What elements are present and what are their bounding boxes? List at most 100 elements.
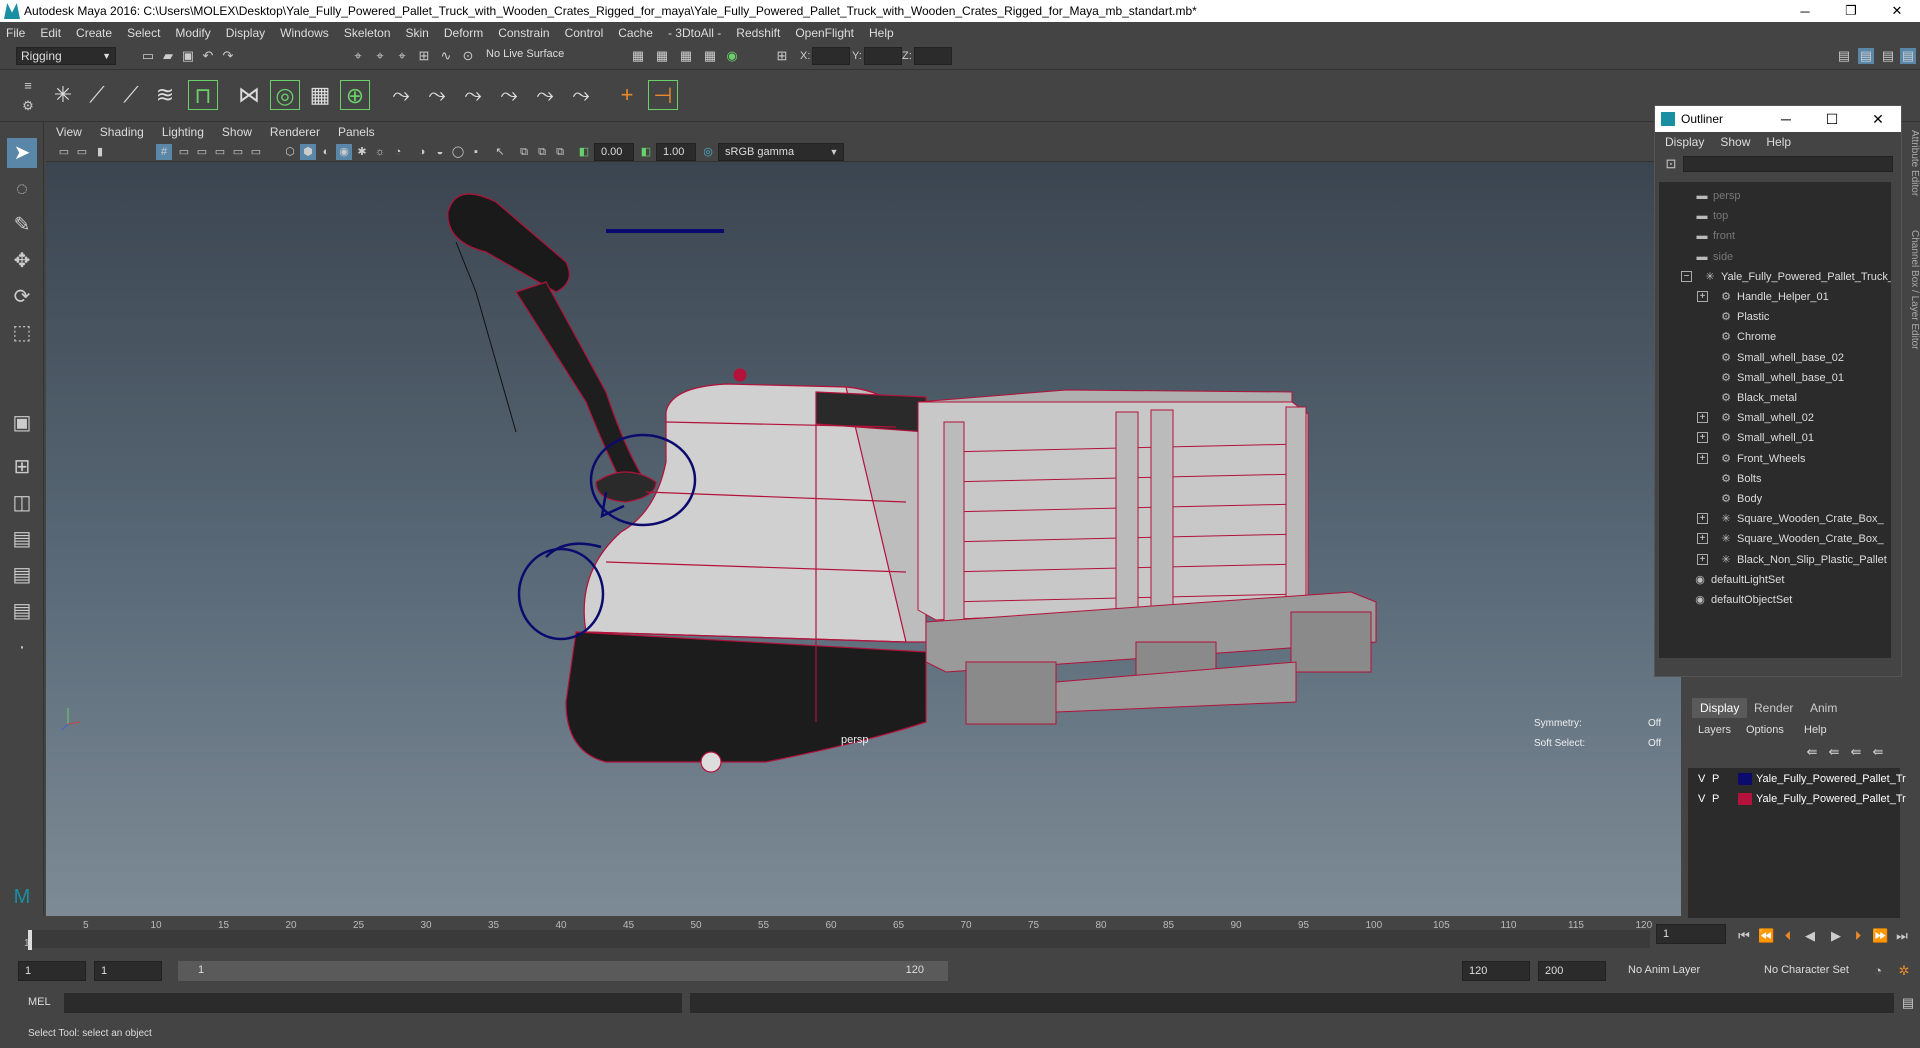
menu-item[interactable]: Redshift (736, 26, 780, 40)
constraint-scale-icon[interactable]: ⤳ (494, 80, 524, 110)
layer-menu-item[interactable]: Help (1804, 724, 1827, 736)
layer-tab[interactable]: Render (1746, 698, 1801, 718)
transform-toggle-icon[interactable]: ⊞ (774, 48, 790, 64)
gamma-icon[interactable]: ◧ (638, 144, 654, 160)
layer-color-swatch[interactable] (1738, 773, 1752, 785)
outliner-item[interactable]: ◉ defaultLightSet (1693, 570, 1784, 590)
outliner-layout-icon[interactable]: ▤ (7, 524, 37, 554)
new-scene-icon[interactable]: ▭ (140, 48, 156, 64)
wireframe-icon[interactable]: ⬡ (282, 144, 298, 160)
outliner-menu-item[interactable]: Display (1665, 135, 1704, 149)
smooth-bind-icon[interactable]: ◎ (270, 80, 300, 110)
viewport-menu-item[interactable]: Shading (100, 125, 144, 139)
animation-prefs-icon[interactable]: ✲ (1896, 963, 1912, 979)
motion-blur-icon[interactable]: ◔ (390, 144, 406, 160)
constraint-parent-icon[interactable]: ⤳ (530, 80, 560, 110)
constraint-aim-icon[interactable]: ⤳ (422, 80, 452, 110)
outliner-item[interactable]: ⚙ Small_whell_base_02 (1719, 348, 1844, 368)
gamma-field[interactable]: 1.00 (656, 143, 696, 161)
use-lights-icon[interactable]: ◉ (336, 144, 352, 160)
collapse-icon[interactable]: − (1681, 270, 1692, 282)
layer-visibility-toggle[interactable]: V (1698, 770, 1705, 788)
lattice-icon[interactable]: ▦ (305, 80, 335, 110)
layer-color-swatch[interactable] (1738, 793, 1752, 805)
constraint-point-icon[interactable]: ⤳ (386, 80, 416, 110)
layer-menu-item[interactable]: Options (1746, 724, 1784, 736)
close-button[interactable]: ✕ (1874, 3, 1920, 19)
outliner-item[interactable]: ⚙ Black_metal (1719, 388, 1797, 408)
auto-key-icon[interactable]: ◔ (1870, 963, 1886, 979)
lasso-tool-icon[interactable]: ◌ (7, 174, 37, 204)
menu-item[interactable]: Skin (406, 26, 429, 40)
render-frame-icon[interactable]: ▦ (654, 48, 670, 64)
film-gate-icon[interactable]: ▭ (176, 144, 192, 160)
channel-box-toggle-icon[interactable]: ▤ (1858, 48, 1874, 64)
menu-item[interactable]: Deform (444, 26, 483, 40)
select-object-icon[interactable]: ⌖ (372, 48, 388, 64)
select-tool-icon[interactable]: ➤ (7, 138, 37, 168)
xray-joints-icon[interactable]: ◒ (432, 144, 448, 160)
expand-icon[interactable]: + (1697, 432, 1708, 444)
menu-item[interactable]: Edit (40, 26, 61, 40)
outliner-item[interactable]: ⚙ Front_Wheels (1719, 449, 1805, 469)
four-view-layout-icon[interactable]: ⊞ (7, 452, 37, 482)
ipr-render-icon[interactable]: ▦ (678, 48, 694, 64)
outliner-item[interactable]: ▬ top (1695, 206, 1729, 226)
snap-curve-icon[interactable]: ∿ (438, 48, 454, 64)
expand-icon[interactable]: + (1697, 452, 1708, 464)
textured-icon[interactable]: ◐ (318, 144, 334, 160)
scale-tool-icon[interactable]: ⬚ (7, 318, 37, 348)
menu-item[interactable]: Cache (618, 26, 653, 40)
select-component-icon[interactable]: ⌖ (394, 48, 410, 64)
move-layer-down-icon[interactable]: ⇚ (1826, 744, 1842, 760)
cluster-icon[interactable]: ⊕ (340, 80, 370, 110)
viewport-menu-item[interactable]: Lighting (162, 125, 204, 139)
outliner-search-input[interactable] (1683, 156, 1893, 172)
outliner-tree[interactable]: ▬ persp ▬ top ▬ front ▬ side ✳ Yale_Fully_Powered… (1659, 182, 1891, 658)
xray-icon[interactable]: ◑ (414, 144, 430, 160)
y-field[interactable] (864, 47, 902, 65)
end-time-field[interactable]: 200 (1538, 961, 1606, 981)
save-scene-icon[interactable]: ▣ (180, 48, 196, 64)
expand-icon[interactable]: + (1697, 291, 1708, 302)
graph-editor-layout-icon[interactable]: ▤ (7, 560, 37, 590)
outliner-item[interactable]: ◉ defaultObjectSet (1693, 590, 1792, 610)
playback-start-field[interactable]: 1 (94, 961, 162, 981)
isolate-select-icon[interactable]: ◯ (450, 144, 466, 160)
menu-item[interactable]: Control (565, 26, 604, 40)
menu-item[interactable]: Help (869, 26, 894, 40)
two-view-layout-icon[interactable]: ◫ (7, 488, 37, 518)
outliner-item[interactable]: ▬ side (1695, 247, 1734, 267)
custom-layout-icon[interactable]: · (7, 632, 37, 662)
live-surface-label[interactable]: No Live Surface (486, 48, 564, 60)
camera-attributes-icon[interactable]: ▭ (74, 144, 90, 160)
playback-end-field[interactable]: 120 (1462, 961, 1530, 981)
outliner-menu-item[interactable]: Show (1720, 135, 1750, 149)
expand-icon[interactable]: + (1697, 412, 1708, 424)
camera-select-icon[interactable]: ▭ (56, 144, 72, 160)
move-layer-up-icon[interactable]: ⇚ (1804, 744, 1820, 760)
outliner-menu-item[interactable]: Help (1766, 135, 1791, 149)
layer-playback-toggle[interactable]: P (1712, 770, 1719, 788)
render-view-icon[interactable]: ▦ (630, 48, 646, 64)
ik-spline-icon[interactable]: ⟋ (116, 80, 146, 110)
attribute-editor-tab[interactable]: Attribute Editor (1904, 130, 1920, 196)
shelf-tab-icon[interactable]: ≡ (20, 78, 36, 94)
exposure-icon[interactable]: ◧ (576, 144, 592, 160)
layer-row[interactable]: V P Yale_Fully_Powered_Pallet_Tr (1694, 770, 1906, 788)
step-back-key-icon[interactable]: ⏴ (1780, 928, 1796, 944)
step-forward-icon[interactable]: ⏩ (1872, 928, 1888, 944)
skeleton-bind-icon[interactable]: ⊓ (188, 80, 218, 110)
frame-all-icon[interactable]: ⧉ (516, 144, 532, 160)
backface-culling-icon[interactable]: ▪ (468, 144, 484, 160)
go-to-end-icon[interactable]: ⏭ (1894, 928, 1910, 944)
x-field[interactable] (812, 47, 850, 65)
gate-mask-icon[interactable]: ▭ (212, 144, 228, 160)
outliner-minimize-button[interactable]: ─ (1763, 111, 1809, 127)
layer-tab[interactable]: Anim (1802, 698, 1845, 718)
layer-menu-item[interactable]: Layers (1698, 724, 1731, 736)
ambient-occlusion-icon[interactable]: ☼ (372, 144, 388, 160)
paint-select-icon[interactable]: ✎ (7, 210, 37, 240)
time-slider[interactable]: 1 5 10 15 20 25 30 35 40 45 50 55 60 65 70 75 80 85 90 95 1… (0, 918, 1920, 952)
character-set-dropdown[interactable]: No Character Set (1764, 964, 1849, 976)
